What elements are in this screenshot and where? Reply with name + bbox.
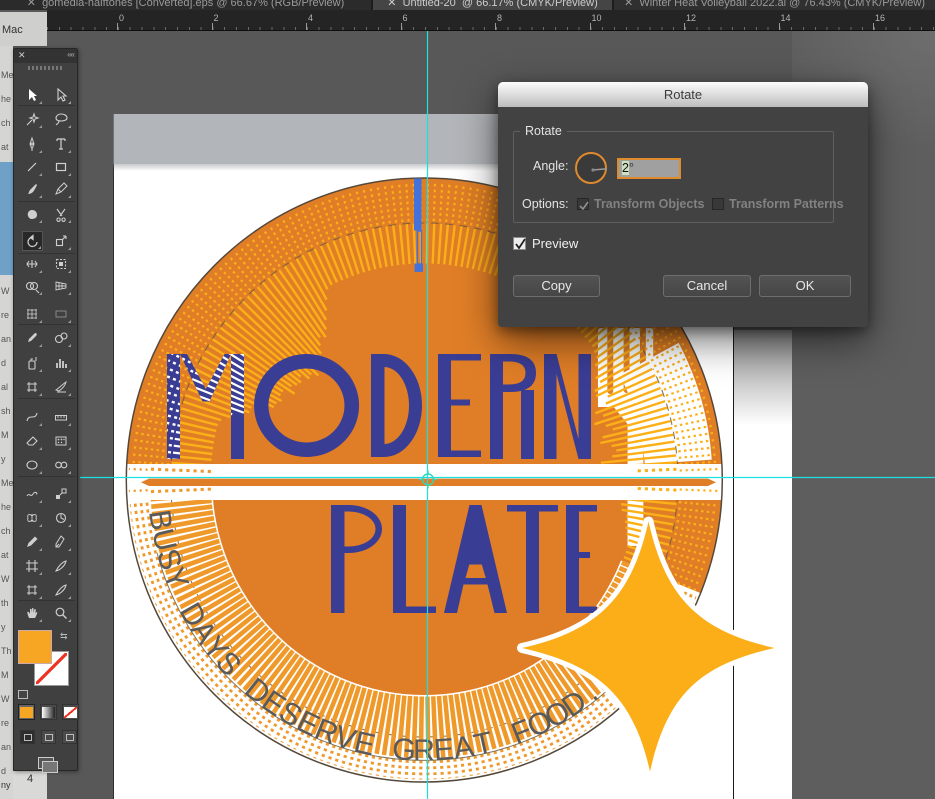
svg-text:R: R xyxy=(413,733,435,767)
